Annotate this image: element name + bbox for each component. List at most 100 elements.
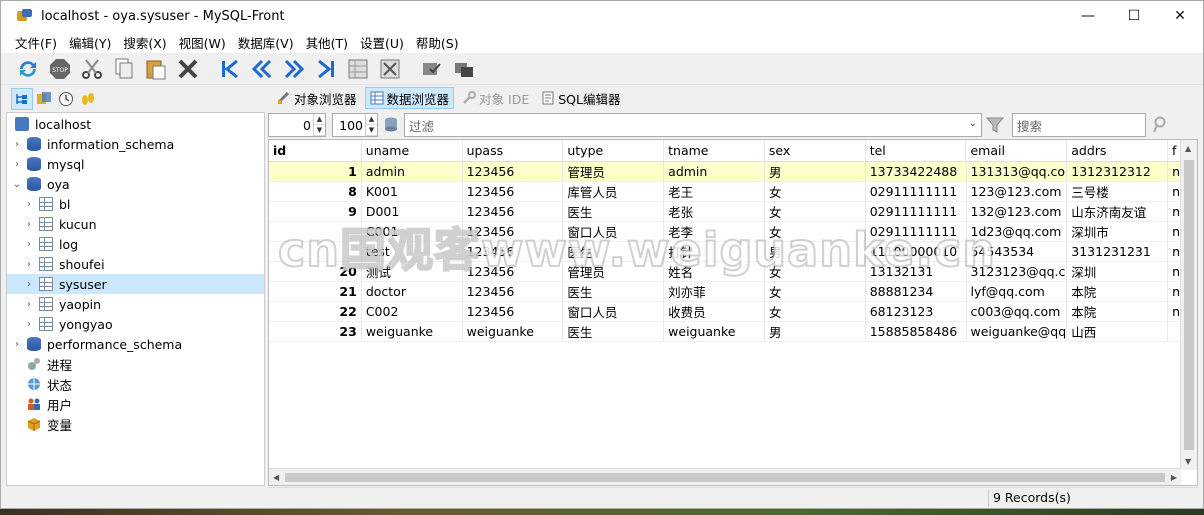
cell-id[interactable]: 22 bbox=[269, 302, 362, 322]
cell-sex[interactable]: 男 bbox=[764, 162, 866, 182]
cell-tel[interactable]: 02911111111 bbox=[865, 182, 967, 202]
cell-id[interactable]: 21 bbox=[269, 282, 362, 302]
cell-tname[interactable]: admin bbox=[664, 162, 765, 182]
tree-node-processes[interactable]: 进程 bbox=[7, 354, 264, 374]
first-record-button[interactable] bbox=[215, 55, 245, 83]
explorer-toggle[interactable] bbox=[77, 88, 99, 110]
cell-tname[interactable]: 老李 bbox=[664, 222, 765, 242]
cell-sex[interactable]: 男 bbox=[764, 322, 866, 342]
cut-button[interactable] bbox=[77, 55, 107, 83]
tab-object-browser[interactable]: 对象浏览器 bbox=[273, 87, 361, 109]
menu-edit[interactable]: 编辑(Y) bbox=[63, 33, 117, 52]
prev-page-button[interactable] bbox=[247, 55, 277, 83]
cell-email[interactable]: 54543534 bbox=[966, 242, 1068, 262]
cell-utype[interactable]: 医生 bbox=[563, 242, 665, 262]
column-header-sex[interactable]: sex bbox=[765, 140, 866, 161]
chevron-right-icon[interactable]: › bbox=[11, 138, 23, 150]
chevron-right-icon[interactable]: › bbox=[23, 278, 35, 290]
cell-id[interactable]: 23 bbox=[269, 322, 362, 342]
stepper-down-icon[interactable]: ▼ bbox=[366, 125, 377, 136]
cell-tel[interactable]: 13132131 bbox=[865, 262, 967, 282]
search-icon[interactable] bbox=[1152, 116, 1166, 134]
cell-sex[interactable]: 女 bbox=[764, 302, 866, 322]
limit-toggle-icon[interactable] bbox=[382, 116, 400, 134]
cell-addrs[interactable]: 本院 bbox=[1067, 302, 1169, 322]
cell-email[interactable]: 1d23@qq.com bbox=[966, 222, 1068, 242]
next-page-button[interactable] bbox=[279, 55, 309, 83]
cell-tname[interactable]: 收费员 bbox=[664, 302, 765, 322]
tree-node-status[interactable]: 状态 bbox=[7, 374, 264, 394]
column-header-upass[interactable]: upass bbox=[463, 140, 564, 161]
chevron-down-icon[interactable]: ⌄ bbox=[11, 178, 23, 190]
cell-email[interactable]: lyf@qq.com bbox=[966, 282, 1068, 302]
horizontal-scrollbar[interactable]: ◀ ▶ bbox=[269, 468, 1181, 485]
table-row[interactable]: C001 123456 窗口人员 老李女 02911111111 1d23@qq.com 深… bbox=[269, 222, 1197, 242]
table-row[interactable]: test 123456 医生 打针男 11100000010 54543534 313123… bbox=[269, 242, 1197, 262]
tab-sql-editor[interactable]: SQL编辑器 bbox=[537, 87, 624, 109]
cell-tname[interactable]: 老张 bbox=[664, 202, 765, 222]
cell-addrs[interactable]: 山西 bbox=[1067, 322, 1169, 342]
offset-stepper[interactable]: 0 ▲ ▼ bbox=[268, 113, 326, 137]
offset-value[interactable]: 0 bbox=[269, 118, 313, 133]
navigator-toggle[interactable] bbox=[11, 88, 33, 110]
cell-utype[interactable]: 管理员 bbox=[563, 262, 665, 282]
insert-record-button[interactable] bbox=[343, 55, 373, 83]
delete-record-button[interactable] bbox=[375, 55, 405, 83]
cell-utype[interactable]: 窗口人员 bbox=[563, 302, 665, 322]
table-row[interactable]: 22 C002 123456 窗口人员 收费员女 68123123 c003@qq.com 本… bbox=[269, 302, 1197, 322]
chevron-right-icon[interactable]: › bbox=[11, 158, 23, 170]
cell-tel[interactable]: 02911111111 bbox=[865, 222, 967, 242]
cell-tel[interactable]: 88881234 bbox=[865, 282, 967, 302]
scroll-up-icon[interactable]: ▲ bbox=[1185, 144, 1191, 153]
tree-node-table-yongyao[interactable]: › yongyao bbox=[7, 314, 264, 334]
stepper-up-icon[interactable]: ▲ bbox=[314, 114, 325, 125]
cell-sex[interactable]: 女 bbox=[764, 202, 866, 222]
cell-sex[interactable]: 女 bbox=[764, 262, 866, 282]
cell-uname[interactable]: K001 bbox=[361, 182, 463, 202]
chevron-right-icon[interactable]: › bbox=[23, 238, 35, 250]
menu-settings[interactable]: 设置(U) bbox=[354, 33, 410, 52]
stepper-up-icon[interactable]: ▲ bbox=[366, 114, 377, 125]
cell-id[interactable] bbox=[269, 242, 362, 262]
history-toggle[interactable] bbox=[55, 88, 77, 110]
menu-help[interactable]: 帮助(S) bbox=[410, 33, 465, 52]
chevron-right-icon[interactable]: › bbox=[11, 338, 23, 350]
cell-id[interactable] bbox=[269, 222, 362, 242]
tree-node-table-sysuser[interactable]: › sysuser bbox=[7, 274, 264, 294]
cell-addrs[interactable]: 深圳市 bbox=[1067, 222, 1169, 242]
tree-node-users[interactable]: 用户 bbox=[7, 394, 264, 414]
scroll-right-icon[interactable]: ▶ bbox=[1171, 473, 1177, 482]
limit-stepper[interactable]: 100 ▲ ▼ bbox=[332, 113, 378, 137]
column-header-tname[interactable]: tname bbox=[664, 140, 765, 161]
scroll-down-icon[interactable]: ▼ bbox=[1185, 457, 1191, 466]
table-row[interactable]: 21 doctor 123456 医生 刘亦菲女 88881234 lyf@qq.com 本院… bbox=[269, 282, 1197, 302]
cell-uname[interactable]: 测试 bbox=[361, 262, 463, 282]
cell-upass[interactable]: weiguanke bbox=[462, 322, 564, 342]
bookmarks-toggle[interactable] bbox=[33, 88, 55, 110]
cell-tel[interactable]: 02911111111 bbox=[865, 202, 967, 222]
tab-object-ide[interactable]: 对象 IDE bbox=[458, 87, 533, 109]
table-row[interactable]: 1 admin 123456 管理员 admin 男 13733422488 131313@q… bbox=[269, 162, 1197, 182]
tree-node-table-kucun[interactable]: › kucun bbox=[7, 214, 264, 234]
cell-upass[interactable]: 123456 bbox=[462, 262, 564, 282]
column-header-email[interactable]: email bbox=[966, 140, 1068, 161]
last-record-button[interactable] bbox=[311, 55, 341, 83]
cell-upass[interactable]: 123456 bbox=[462, 282, 564, 302]
cell-sex[interactable]: 女 bbox=[764, 182, 866, 202]
cell-email[interactable]: 123@123.com bbox=[966, 182, 1068, 202]
tree-node-table-yaopin[interactable]: › yaopin bbox=[7, 294, 264, 314]
chevron-right-icon[interactable]: › bbox=[23, 318, 35, 330]
limit-value[interactable]: 100 bbox=[333, 118, 365, 133]
cell-uname[interactable]: admin bbox=[361, 162, 463, 182]
cancel-edit-button[interactable] bbox=[449, 55, 479, 83]
cell-utype[interactable]: 医生 bbox=[563, 322, 665, 342]
post-button[interactable] bbox=[417, 55, 447, 83]
table-row[interactable]: 20测试123456管理员姓名女131321313123123@qq.cor深圳… bbox=[269, 262, 1197, 282]
cell-uname[interactable]: C002 bbox=[361, 302, 463, 322]
refresh-button[interactable] bbox=[13, 55, 43, 83]
tree-node-information-schema[interactable]: › information_schema bbox=[7, 134, 264, 154]
cell-email[interactable]: 131313@qq.com bbox=[966, 162, 1068, 182]
funnel-icon[interactable] bbox=[986, 116, 1004, 134]
cell-id[interactable]: 8 bbox=[269, 182, 362, 202]
cell-upass[interactable]: 123456 bbox=[462, 202, 564, 222]
